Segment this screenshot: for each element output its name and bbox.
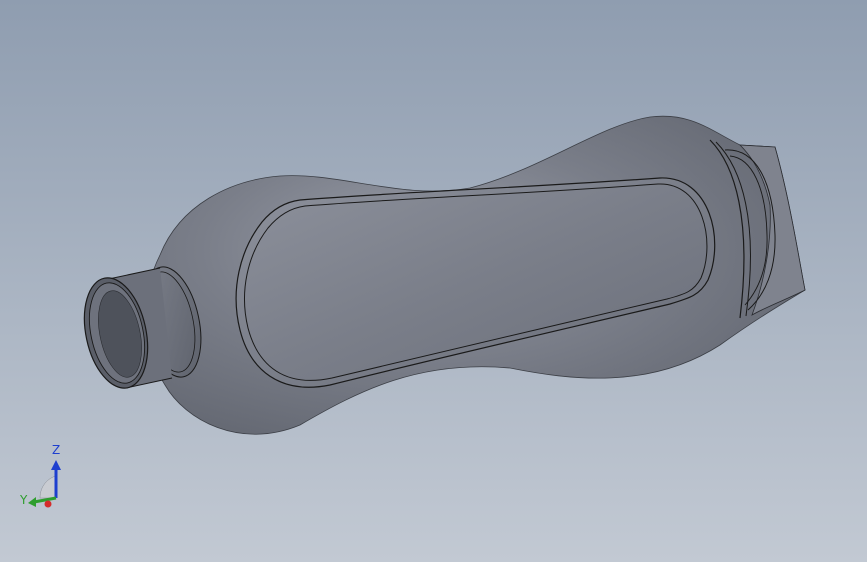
axis-triad: Z Y bbox=[19, 443, 61, 508]
z-axis-label: Z bbox=[52, 443, 60, 457]
graphics-viewport[interactable]: Z Y bbox=[0, 0, 867, 562]
x-axis-point-icon bbox=[44, 500, 52, 508]
y-axis-line bbox=[33, 496, 57, 504]
y-axis-label: Y bbox=[19, 493, 28, 507]
y-axis-arrow-icon bbox=[28, 497, 36, 507]
z-axis-arrow-icon bbox=[51, 460, 61, 470]
bottle-model[interactable] bbox=[0, 0, 867, 562]
triad-sphere bbox=[39, 475, 57, 499]
